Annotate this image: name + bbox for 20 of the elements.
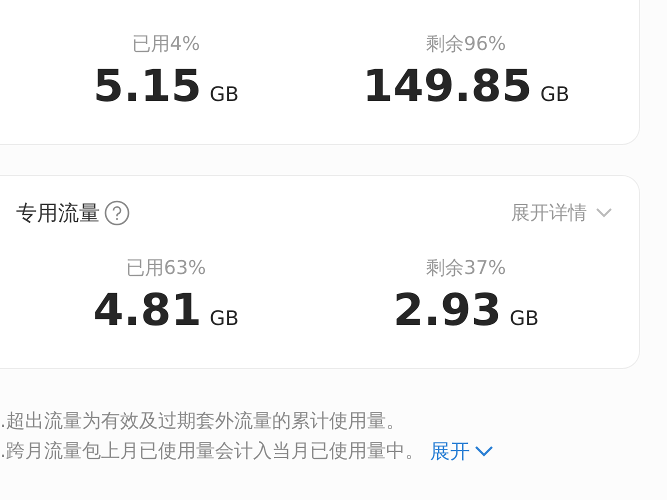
unit-label: GB <box>510 306 539 330</box>
help-icon[interactable] <box>104 200 130 226</box>
stat-label: 剩余37% <box>426 256 506 281</box>
stat-label: 剩余96% <box>426 32 506 57</box>
note-text: .超出流量为有效及过期套外流量的累计使用量。 <box>0 409 406 434</box>
unit-label: GB <box>540 82 570 106</box>
stat-value: 2.93 <box>393 285 502 336</box>
expand-button[interactable]: 展开 <box>430 436 494 466</box>
section-title: 专用流量 <box>16 200 100 227</box>
stat-value: 5.15 <box>93 61 202 112</box>
note-text: .跨月流量包上月已使用量会计入当月已使用量中。 <box>0 439 424 464</box>
stat-value: 149.85 <box>362 61 532 112</box>
unit-label: GB <box>210 306 239 330</box>
stat-label: 已用63% <box>126 256 206 281</box>
chevron-down-icon <box>474 445 494 457</box>
expand-details-button[interactable]: 展开详情 <box>511 198 613 228</box>
stat-label: 已用4% <box>132 32 200 57</box>
chevron-down-icon <box>595 207 613 219</box>
stat-value: 4.81 <box>93 285 202 336</box>
unit-label: GB <box>210 82 239 106</box>
